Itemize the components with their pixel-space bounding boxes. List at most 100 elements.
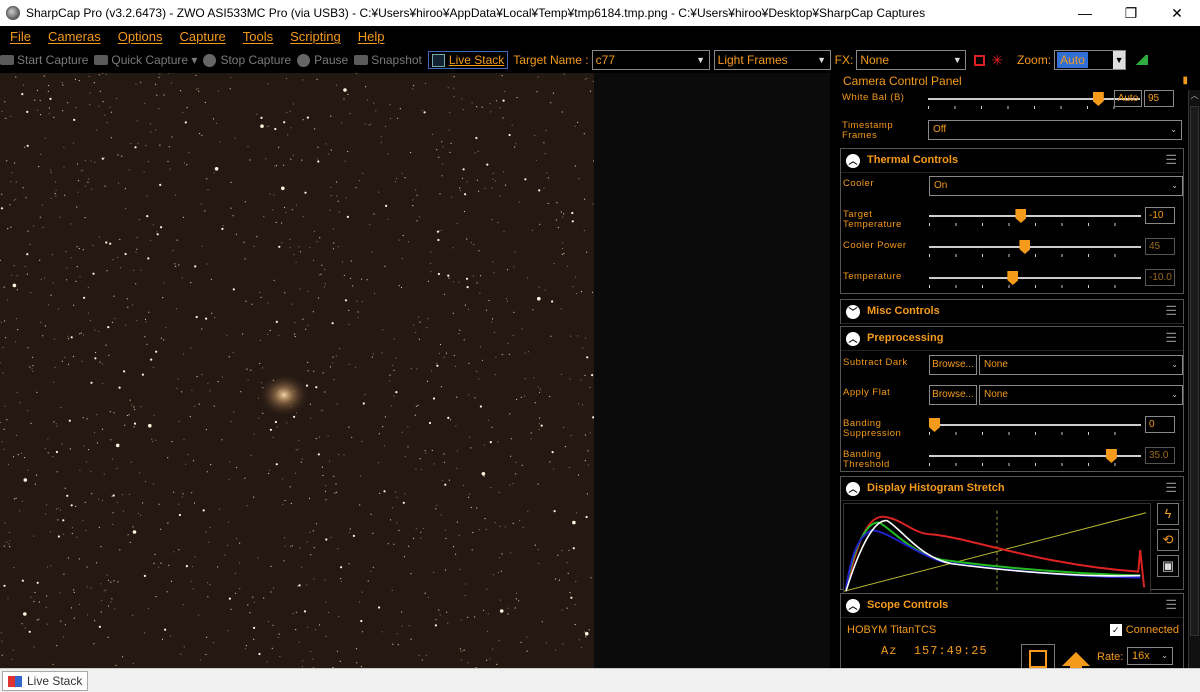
cooler-power-label: Cooler Power [843, 240, 907, 251]
stop-capture-button[interactable]: Stop Capture [203, 53, 291, 67]
pause-button[interactable]: Pause [297, 53, 348, 67]
target-temp-value[interactable]: -10 [1145, 207, 1175, 224]
chevron-down-icon: ⌄ [1171, 181, 1178, 190]
collapse-icon: ︿ [846, 332, 860, 346]
banding-threshold-slider[interactable] [929, 449, 1143, 466]
banding-suppression-label: Banding Suppression [843, 418, 902, 439]
menu-icon[interactable]: ☰ [1165, 480, 1177, 496]
slew-north-button[interactable] [1059, 644, 1093, 668]
fx-combo[interactable]: None ▼ [856, 50, 967, 70]
menu-icon[interactable]: ☰ [1165, 597, 1177, 613]
banding-suppression-value[interactable]: 0 [1145, 416, 1175, 433]
scroll-thumb[interactable] [1190, 106, 1199, 636]
histogram-plot[interactable] [843, 503, 1151, 601]
scope-header[interactable]: ︿ Scope Controls ☰ [841, 594, 1183, 618]
connected-checkbox[interactable]: ✓ Connected [1109, 624, 1179, 636]
rate-value: 16x [1132, 650, 1150, 662]
save-icon[interactable]: ▣ [1157, 555, 1179, 577]
dropdown-arrow-icon[interactable]: ▾ [188, 53, 197, 67]
fx-value: None [860, 53, 889, 67]
temperature-label: Temperature [843, 271, 902, 282]
snapshot-button[interactable]: Snapshot [354, 53, 422, 67]
timestamp-combo[interactable]: Off ⌄ [928, 120, 1182, 140]
menu-cameras[interactable]: Cameras [48, 29, 101, 44]
window-controls: — ❐ ✕ [1062, 0, 1200, 26]
live-stack-button[interactable]: Live Stack [427, 51, 509, 69]
az-value: 157:49:25 [913, 644, 988, 658]
temperature-slider [929, 271, 1143, 288]
focus-assist-icon[interactable]: ✳ [991, 52, 1003, 69]
cooler-power-value: 45 [1145, 238, 1175, 255]
apply-flat-row: Apply Flat Browse... None ⌄ [843, 384, 1183, 408]
close-button[interactable]: ✕ [1154, 0, 1200, 26]
apply-flat-combo[interactable]: None ⌄ [979, 385, 1183, 405]
slider-thumb[interactable] [929, 418, 940, 432]
temperature-value: -10.0 [1145, 269, 1175, 286]
misc-controls-section: ﹀ Misc Controls ☰ [840, 299, 1184, 324]
subtract-dark-row: Subtract Dark Browse... None ⌄ [843, 354, 1183, 378]
maximize-button[interactable]: ❐ [1108, 0, 1154, 26]
pin-icon[interactable]: ▮ [1182, 75, 1188, 86]
white-bal-slider[interactable] [928, 92, 1142, 109]
histogram-header[interactable]: ︿ Display Histogram Stretch ☰ [841, 477, 1183, 501]
scroll-up-icon[interactable]: ︿ [1189, 90, 1200, 104]
menu-icon[interactable]: ☰ [1165, 303, 1177, 319]
title-bar: SharpCap Pro (v3.2.6473) - ZWO ASI533MC … [0, 0, 1200, 26]
stretch-curve [844, 512, 1147, 592]
image-viewer[interactable] [0, 73, 594, 668]
zoom-label: Zoom: [1017, 53, 1052, 67]
camera-icon [94, 55, 109, 65]
panel-scrollbar[interactable]: ︿ [1188, 90, 1200, 668]
zoom-combo[interactable]: Auto ▼ [1054, 50, 1127, 70]
banding-suppression-slider[interactable] [929, 418, 1143, 435]
slider-thumb[interactable] [1092, 92, 1104, 106]
az-readout: Az 157:49:25 [881, 644, 988, 658]
live-stack-tab[interactable]: Live Stack [2, 671, 89, 691]
camera-icon [0, 55, 14, 65]
expand-icon: ﹀ [846, 305, 860, 319]
start-capture-button[interactable]: Start Capture [0, 53, 88, 67]
stop-slew-button[interactable] [1021, 644, 1055, 668]
red-channel [845, 515, 1146, 590]
pause-icon [297, 53, 311, 67]
cooler-combo[interactable]: On ⌄ [929, 176, 1183, 196]
slider-thumb[interactable] [1105, 449, 1117, 463]
misc-header[interactable]: ﹀ Misc Controls ☰ [841, 300, 1183, 324]
auto-button[interactable]: Auto [1114, 90, 1142, 107]
menu-scripting[interactable]: Scripting [290, 29, 341, 44]
frame-type-combo[interactable]: Light Frames ▼ [713, 50, 831, 70]
quick-capture-button[interactable]: Quick Capture ▾ [94, 53, 197, 67]
subtract-dark-combo[interactable]: None ⌄ [979, 355, 1183, 375]
collapse-icon: ︿ [846, 482, 860, 496]
preprocessing-header[interactable]: ︿ Preprocessing ☰ [841, 327, 1183, 351]
menu-capture[interactable]: Capture [180, 29, 226, 44]
reset-icon[interactable]: ⟲ [1157, 529, 1179, 551]
rate-label: Rate: [1097, 651, 1124, 663]
start-capture-label: Start Capture [17, 53, 89, 67]
target-name-combo[interactable]: c77 ▼ [591, 50, 710, 70]
browse-dark-button[interactable]: Browse... [929, 355, 977, 375]
browse-flat-button[interactable]: Browse... [929, 385, 977, 405]
slider-thumb[interactable] [1015, 209, 1027, 223]
target-temp-slider[interactable] [929, 209, 1143, 226]
menu-options[interactable]: Options [118, 29, 163, 44]
menu-tools[interactable]: Tools [243, 29, 273, 44]
chevron-down-icon: ▼ [952, 55, 962, 65]
menu-icon[interactable]: ☰ [1165, 330, 1177, 346]
banding-threshold-value[interactable]: 35.0 [1145, 447, 1175, 464]
menu-icon[interactable]: ☰ [1165, 152, 1177, 168]
auto-stretch-icon[interactable]: ϟ [1157, 503, 1179, 525]
menu-file[interactable]: File [10, 29, 31, 44]
panel-title: Camera Control Panel [843, 74, 962, 88]
menu-help[interactable]: Help [358, 29, 385, 44]
histogram-graph-icon[interactable] [1134, 55, 1149, 65]
minimize-button[interactable]: — [1062, 0, 1108, 26]
slider-thumb [1007, 271, 1019, 285]
rate-combo[interactable]: 16x ⌄ [1127, 647, 1173, 665]
collapse-icon: ︿ [846, 154, 860, 168]
white-bal-value[interactable]: 95 [1144, 90, 1174, 107]
chevron-down-icon: ⌄ [1170, 125, 1177, 134]
reticle-icon[interactable] [974, 54, 986, 66]
scope-controls-section: ︿ Scope Controls ☰ HOBYM TitanTCS ✓ Conn… [840, 593, 1184, 668]
thermal-header[interactable]: ︿ Thermal Controls ☰ [841, 149, 1183, 173]
